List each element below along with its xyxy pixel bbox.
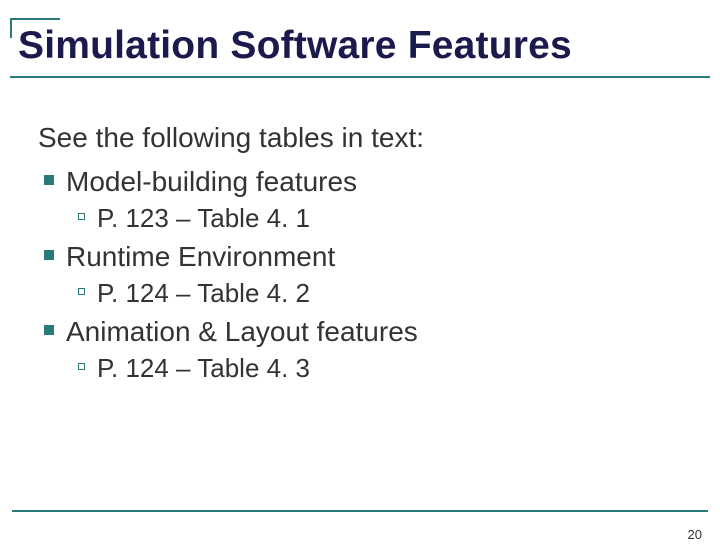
title-area: Simulation Software Features xyxy=(10,18,710,78)
list-subitem-label: P. 124 – Table 4. 3 xyxy=(97,351,310,386)
slide: Simulation Software Features See the fol… xyxy=(0,18,720,558)
list-item-label: Runtime Environment xyxy=(66,238,335,276)
hollow-square-bullet-icon xyxy=(78,363,85,370)
list-subitem: P. 123 – Table 4. 1 xyxy=(78,201,682,236)
list-subitem: P. 124 – Table 4. 2 xyxy=(78,276,682,311)
intro-text: See the following tables in text: xyxy=(38,120,682,155)
title-corner-left xyxy=(10,18,12,38)
list-item-label: Model-building features xyxy=(66,163,357,201)
title-underline xyxy=(10,76,710,78)
list-subitem: P. 124 – Table 4. 3 xyxy=(78,351,682,386)
square-bullet-icon xyxy=(44,175,54,185)
list-item: Model-building features xyxy=(44,163,682,201)
list-item: Animation & Layout features xyxy=(44,313,682,351)
hollow-square-bullet-icon xyxy=(78,213,85,220)
hollow-square-bullet-icon xyxy=(78,288,85,295)
square-bullet-icon xyxy=(44,250,54,260)
list-item-label: Animation & Layout features xyxy=(66,313,418,351)
slide-title: Simulation Software Features xyxy=(10,18,710,74)
square-bullet-icon xyxy=(44,325,54,335)
slide-body: See the following tables in text: Model-… xyxy=(0,78,720,386)
title-corner-top xyxy=(10,18,60,20)
list-subitem-label: P. 123 – Table 4. 1 xyxy=(97,201,310,236)
list-subitem-label: P. 124 – Table 4. 2 xyxy=(97,276,310,311)
bottom-rule xyxy=(12,510,708,512)
list-item: Runtime Environment xyxy=(44,238,682,276)
